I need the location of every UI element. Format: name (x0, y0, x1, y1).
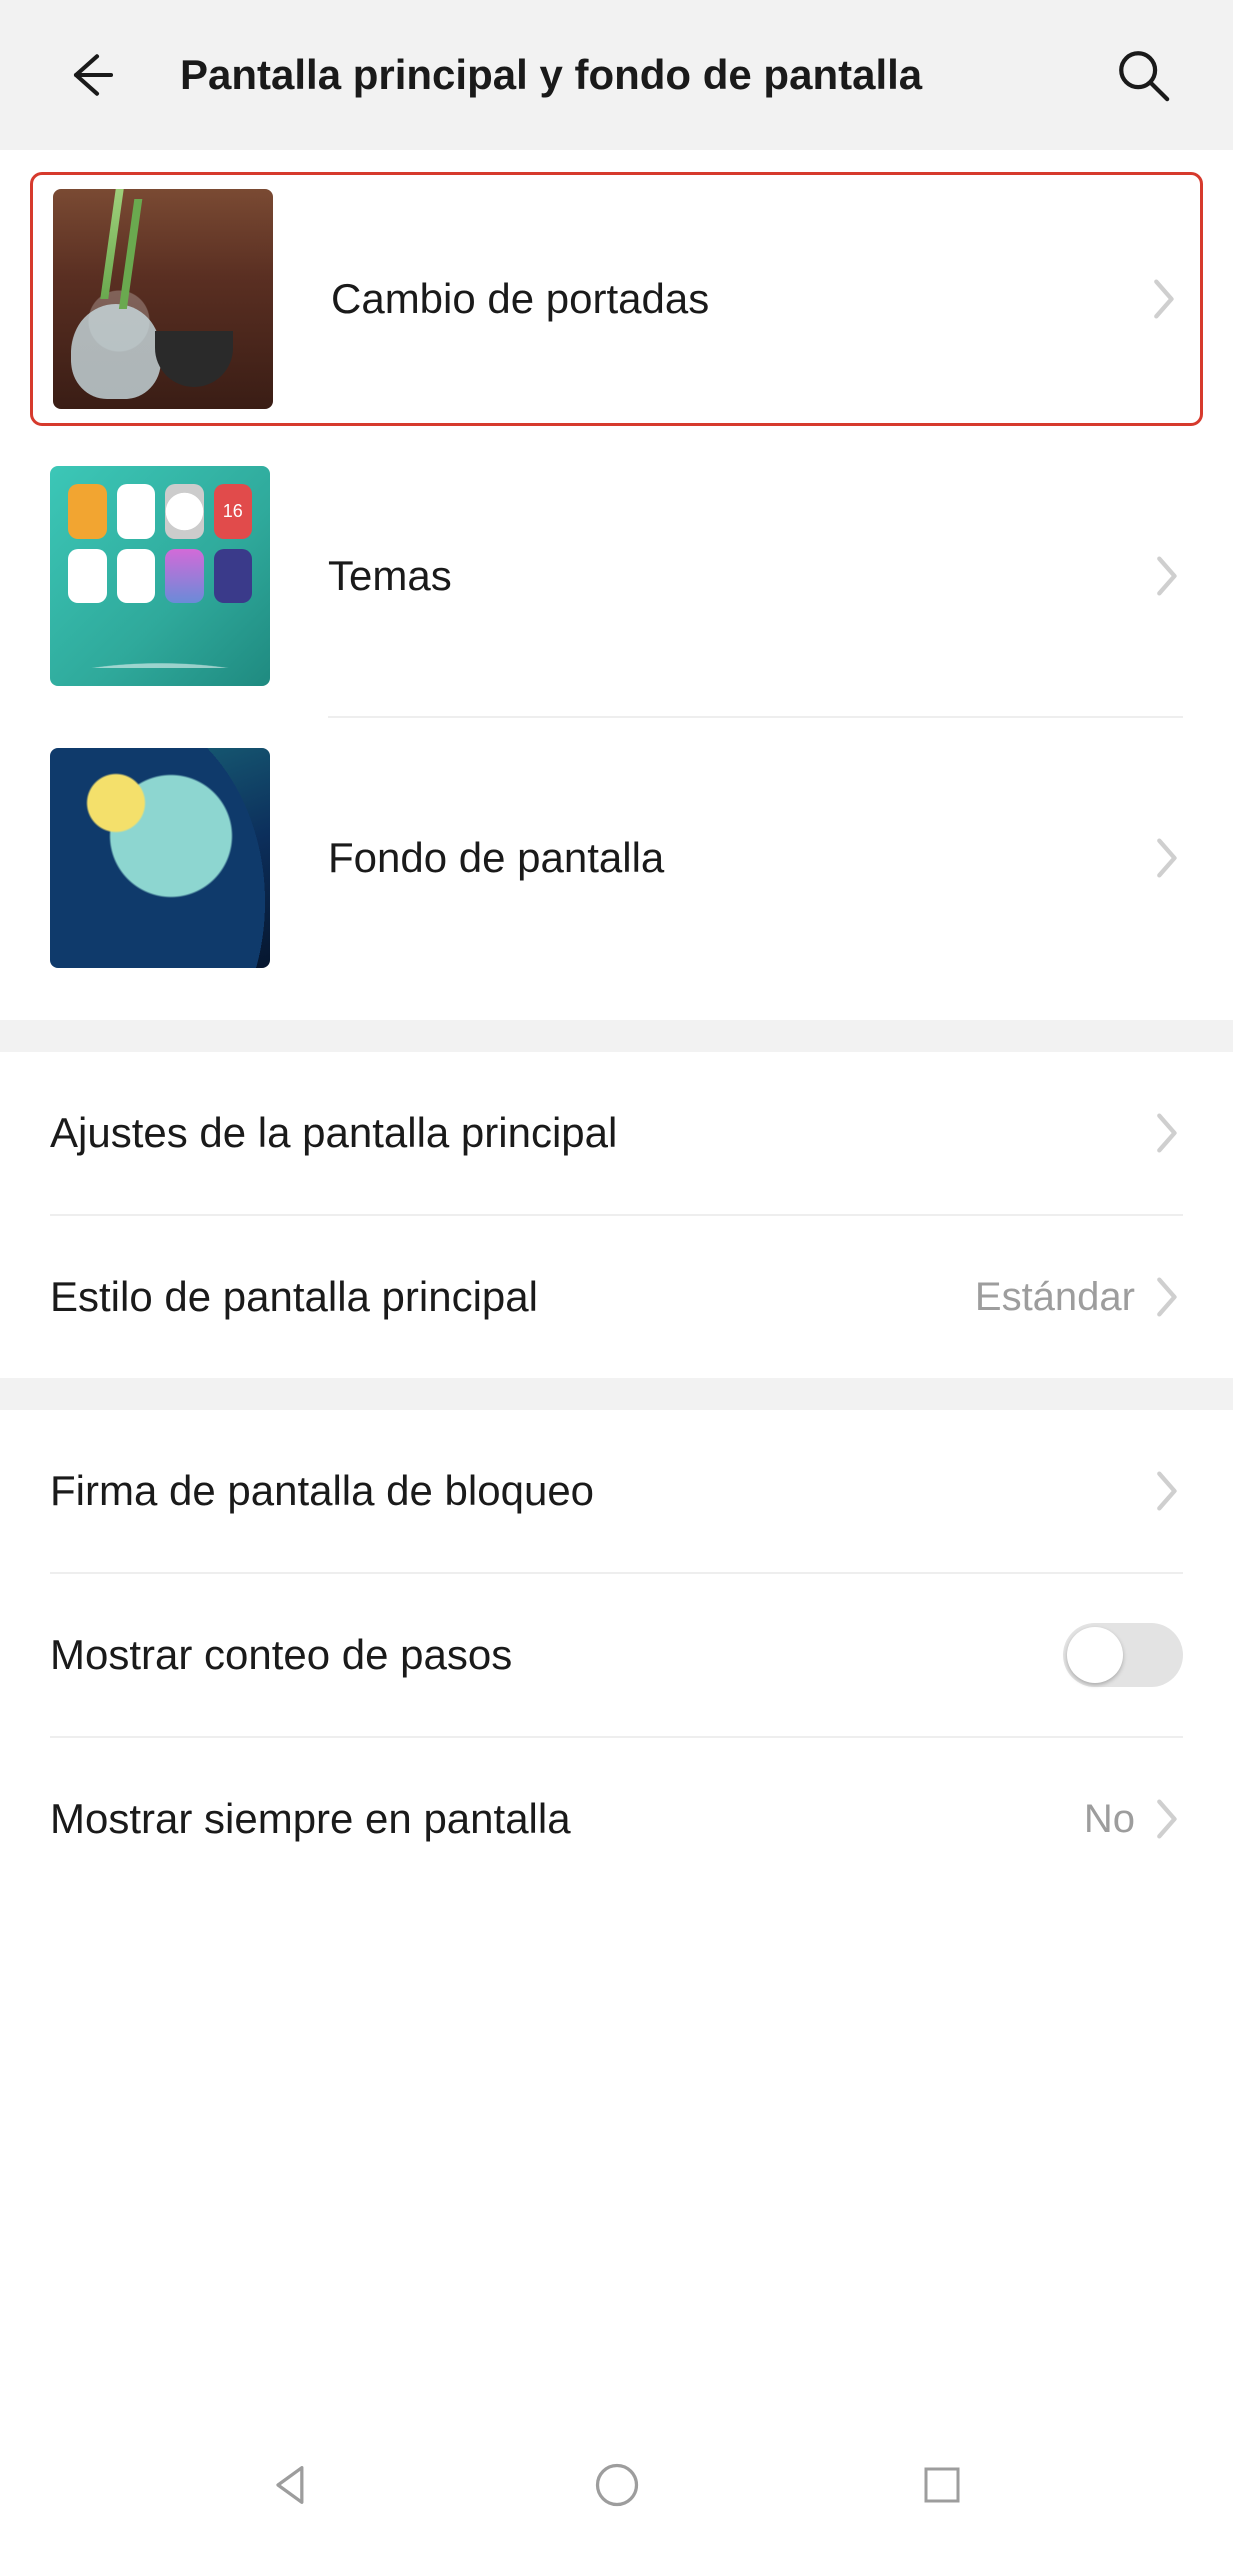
row-label: Mostrar conteo de pasos (50, 1631, 1063, 1679)
row-label: Fondo de pantalla (328, 834, 1153, 882)
row-wallpaper[interactable]: Fondo de pantalla (0, 718, 1233, 998)
lock-screen-section: Firma de pantalla de bloqueo Mostrar con… (0, 1410, 1233, 1900)
page-title: Pantalla principal y fondo de pantalla (180, 51, 1108, 99)
circle-home-icon (591, 2459, 643, 2511)
row-label: Cambio de portadas (331, 275, 1150, 323)
chevron-right-icon (1153, 1272, 1183, 1322)
chevron-right-icon (1153, 1108, 1183, 1158)
row-step-count[interactable]: Mostrar conteo de pasos (0, 1574, 1233, 1736)
row-value: No (1084, 1797, 1135, 1842)
nav-home-button[interactable] (582, 2450, 652, 2520)
thumbnail-wallpaper (50, 748, 270, 968)
row-label: Ajustes de la pantalla principal (50, 1109, 1153, 1157)
row-always-on-display[interactable]: Mostrar siempre en pantalla No (0, 1738, 1233, 1900)
row-label: Temas (328, 552, 1153, 600)
square-recents-icon (918, 2461, 966, 2509)
chevron-right-icon (1150, 274, 1180, 324)
chevron-right-icon (1153, 833, 1183, 883)
row-value: Estándar (975, 1275, 1135, 1320)
chevron-right-icon (1153, 551, 1183, 601)
thumbnail-themes (50, 466, 270, 686)
search-icon (1114, 46, 1172, 104)
appearance-section: Cambio de portadas Temas (0, 150, 1233, 1020)
chevron-right-icon (1153, 1794, 1183, 1844)
row-label: Firma de pantalla de bloqueo (50, 1467, 1153, 1515)
back-button[interactable] (55, 40, 125, 110)
row-themes[interactable]: Temas (0, 436, 1233, 716)
highlighted-item: Cambio de portadas (30, 172, 1203, 426)
row-magazine-unlock[interactable]: Cambio de portadas (53, 189, 1180, 409)
nav-recents-button[interactable] (907, 2450, 977, 2520)
row-label: Mostrar siempre en pantalla (50, 1795, 1084, 1843)
row-lockscreen-signature[interactable]: Firma de pantalla de bloqueo (0, 1410, 1233, 1572)
step-count-toggle[interactable] (1063, 1623, 1183, 1687)
system-navigation-bar (0, 2410, 1233, 2560)
search-button[interactable] (1108, 40, 1178, 110)
thumbnail-magazine (53, 189, 273, 409)
chevron-right-icon (1153, 1466, 1183, 1516)
toggle-knob (1067, 1627, 1123, 1683)
row-homescreen-style[interactable]: Estilo de pantalla principal Estándar (0, 1216, 1233, 1378)
row-homescreen-settings[interactable]: Ajustes de la pantalla principal (0, 1052, 1233, 1214)
nav-back-button[interactable] (256, 2450, 326, 2520)
triangle-back-icon (265, 2459, 317, 2511)
arrow-left-icon (62, 47, 118, 103)
app-header: Pantalla principal y fondo de pantalla (0, 0, 1233, 150)
row-label: Estilo de pantalla principal (50, 1273, 975, 1321)
home-screen-section: Ajustes de la pantalla principal Estilo … (0, 1052, 1233, 1378)
